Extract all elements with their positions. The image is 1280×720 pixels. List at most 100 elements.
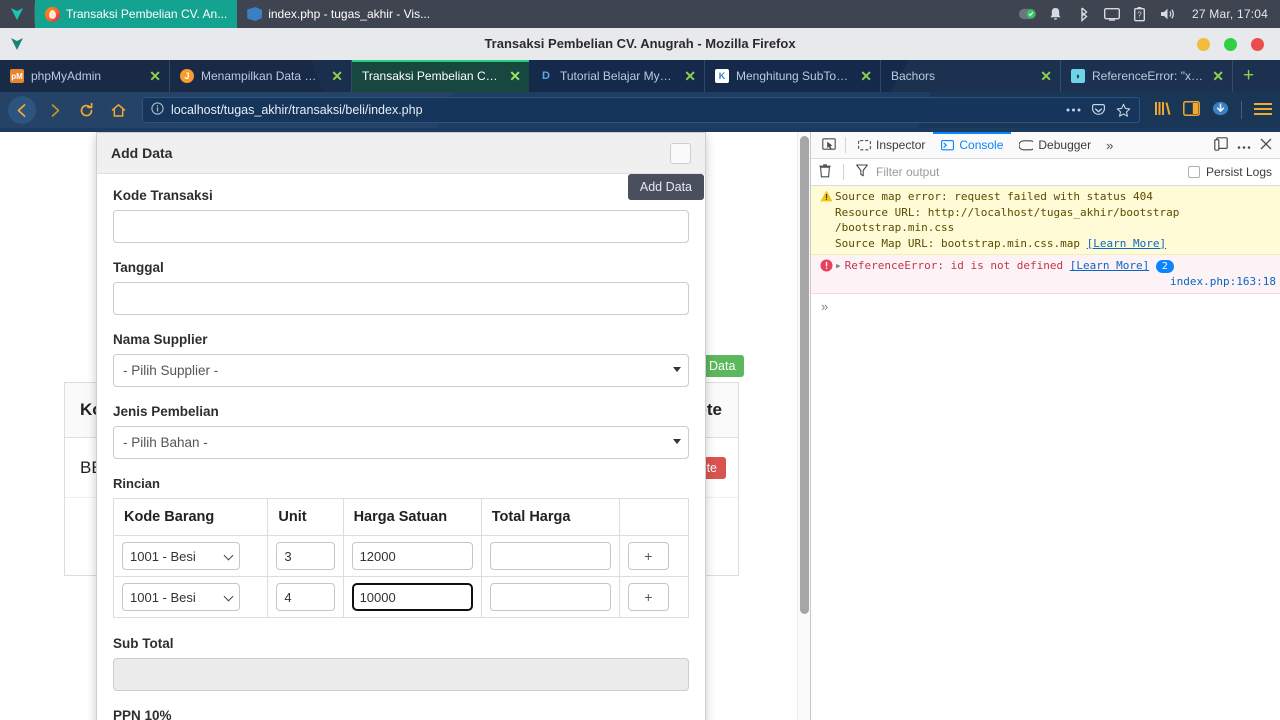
- clock[interactable]: 27 Mar, 17:04: [1192, 7, 1268, 21]
- close-tab-icon[interactable]: ✕: [858, 69, 872, 83]
- label-ppn: PPN 10%: [113, 708, 172, 720]
- menu-icon[interactable]: [1254, 102, 1272, 119]
- learn-more-link[interactable]: [Learn More]: [1087, 237, 1166, 250]
- devtools-menu-icon[interactable]: [1237, 138, 1251, 153]
- add-row-button[interactable]: +: [627, 542, 669, 570]
- trash-icon[interactable]: [819, 163, 831, 181]
- sidebar-icon[interactable]: [1183, 101, 1200, 119]
- maximize-button[interactable]: [1224, 37, 1237, 51]
- col-harga-satuan: Harga Satuan: [342, 498, 482, 536]
- col-kode-barang: Kode Barang: [112, 498, 269, 536]
- tab-inspector[interactable]: Inspector: [850, 132, 933, 159]
- more-tabs-icon[interactable]: »: [1099, 138, 1120, 153]
- scrollbar-thumb[interactable]: [800, 136, 809, 614]
- expand-arrow-icon[interactable]: ▸: [835, 259, 845, 272]
- jenis-pembelian-select[interactable]: - Pilih Bahan -: [113, 426, 689, 459]
- page-actions-icon[interactable]: [1066, 107, 1081, 113]
- console-input-prompt[interactable]: »: [811, 294, 1280, 319]
- add-row-button[interactable]: +: [627, 583, 669, 611]
- kaskus-icon: K: [715, 69, 729, 83]
- console-error-message[interactable]: ▸ ReferenceError: id is not defined [Lear…: [811, 255, 1280, 294]
- label-tanggal: Tanggal: [113, 260, 164, 275]
- total-harga-input[interactable]: [489, 542, 611, 570]
- bookmark-star-icon[interactable]: [1116, 103, 1131, 118]
- total-harga-input[interactable]: [489, 583, 611, 611]
- error-message-text: ReferenceError: id is not defined: [844, 259, 1064, 273]
- close-tab-icon[interactable]: ✕: [329, 69, 343, 83]
- modal-scrollbar[interactable]: [797, 132, 810, 720]
- kode-transaksi-input[interactable]: [113, 210, 689, 243]
- close-tab-icon[interactable]: ✕: [682, 69, 696, 83]
- cell-unit: [267, 535, 344, 577]
- browser-tab-transaksi[interactable]: Transaksi Pembelian CV. An ✕: [352, 60, 529, 92]
- tab-console[interactable]: Console: [933, 132, 1011, 159]
- harga-satuan-input[interactable]: [350, 582, 474, 612]
- volume-icon[interactable]: [1159, 6, 1176, 23]
- window-titlebar: Transaksi Pembelian CV. Anugrah - Mozill…: [0, 28, 1280, 60]
- close-tab-icon[interactable]: ✕: [1210, 69, 1224, 83]
- inspector-icon: [858, 139, 871, 150]
- browser-tab-menampilkan[interactable]: J Menampilkan Data Dar ✕: [170, 60, 352, 92]
- harga-satuan-input[interactable]: [351, 542, 473, 570]
- source-reference-link[interactable]: index.php:163:18: [1170, 274, 1276, 290]
- display-icon[interactable]: [1103, 6, 1120, 23]
- close-tab-icon[interactable]: ✕: [507, 69, 521, 83]
- warning-icon: [817, 189, 835, 251]
- back-icon[interactable]: [8, 96, 36, 124]
- taskbar-item-vscode[interactable]: index.php - tugas_akhir - Vis...: [237, 0, 440, 28]
- browser-tab-phpmyadmin[interactable]: pM phpMyAdmin ✕: [0, 60, 170, 92]
- element-picker-icon[interactable]: [817, 134, 841, 156]
- battery-icon[interactable]: ?: [1131, 6, 1148, 23]
- new-tab-button[interactable]: +: [1233, 60, 1264, 92]
- bg-add-data-button[interactable]: Data: [700, 355, 745, 377]
- reload-icon[interactable]: [72, 96, 100, 124]
- browser-tab-subtotal[interactable]: K Menghitung SubTotal, P ✕: [705, 60, 881, 92]
- os-menu-icon[interactable]: [0, 0, 34, 28]
- unit-input[interactable]: [276, 542, 335, 570]
- close-window-button[interactable]: [1251, 37, 1264, 51]
- kode-barang-select[interactable]: 1001 - Besi: [122, 583, 240, 611]
- unit-input[interactable]: [276, 583, 335, 611]
- tab-debugger[interactable]: Debugger: [1011, 132, 1099, 159]
- bell-icon[interactable]: [1047, 6, 1064, 23]
- close-tab-icon[interactable]: ✕: [1038, 69, 1052, 83]
- info-icon[interactable]: [151, 102, 164, 118]
- pocket-icon[interactable]: [1091, 103, 1106, 118]
- toggle-switch-icon[interactable]: [1019, 6, 1037, 23]
- close-icon[interactable]: [670, 142, 691, 164]
- library-icon[interactable]: [1154, 101, 1171, 119]
- warning-text: Source map error: request failed with st…: [835, 189, 1276, 251]
- url-bar[interactable]: localhost/tugas_akhir/transaksi/beli/ind…: [142, 97, 1140, 123]
- tanggal-input[interactable]: [113, 282, 689, 315]
- learn-more-link[interactable]: [Learn More]: [1070, 259, 1149, 272]
- close-devtools-icon[interactable]: [1260, 138, 1272, 153]
- bluetooth-icon[interactable]: [1075, 6, 1092, 23]
- tab-label: Inspector: [876, 138, 926, 152]
- taskbar-item-firefox[interactable]: Transaksi Pembelian CV. An...: [35, 0, 238, 28]
- forward-icon[interactable]: [40, 96, 68, 124]
- kode-barang-select[interactable]: 1001 - Besi: [122, 542, 240, 570]
- add-data-tooltip: Add Data: [627, 174, 704, 200]
- nama-supplier-select[interactable]: - Pilih Supplier -: [113, 354, 689, 387]
- sync-icon[interactable]: [1212, 101, 1229, 119]
- minimize-button[interactable]: [1197, 37, 1210, 51]
- cell-action: +: [618, 535, 690, 577]
- filter-input[interactable]: Filter output: [876, 165, 1180, 179]
- dock-toggle-icon[interactable]: [1214, 136, 1228, 154]
- close-tab-icon[interactable]: ✕: [147, 69, 161, 83]
- home-icon[interactable]: [104, 96, 132, 124]
- console-warning-message[interactable]: Source map error: request failed with st…: [811, 186, 1280, 256]
- window-title: Transaksi Pembelian CV. Anugrah - Mozill…: [484, 36, 796, 51]
- filter-icon[interactable]: [856, 164, 868, 180]
- browser-tab-tutorial[interactable]: D Tutorial Belajar MySQL ✕: [529, 60, 705, 92]
- sub-total-input[interactable]: [113, 658, 689, 691]
- browser-tab-referenceerror[interactable]: ◗ ReferenceError: "x" is n ✕: [1061, 60, 1233, 92]
- persist-logs-toggle[interactable]: Persist Logs: [1187, 165, 1272, 179]
- tab-label: phpMyAdmin: [31, 69, 102, 83]
- phpmyadmin-icon: pM: [10, 69, 24, 83]
- chevron-down-icon: [223, 550, 234, 561]
- toolbar-actions: [1150, 101, 1272, 119]
- kode-barang-value: 1001 - Besi: [130, 548, 196, 564]
- checkbox-icon[interactable]: [1187, 166, 1200, 178]
- browser-tab-bachors[interactable]: Bachors ✕: [881, 60, 1061, 92]
